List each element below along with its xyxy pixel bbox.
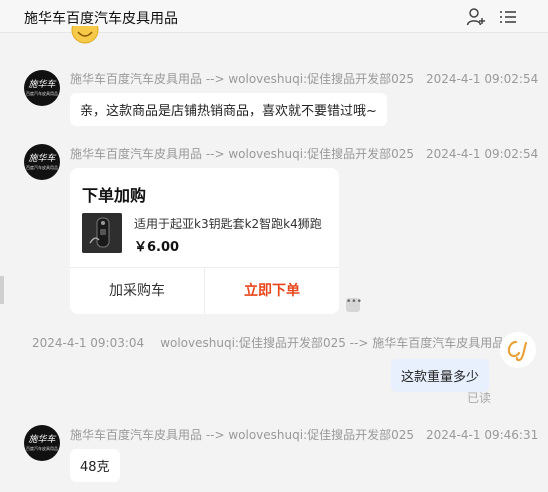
message-more-icon[interactable]: ••• [346, 298, 362, 312]
avatar-logo-text: 施华车 [28, 435, 56, 445]
message-bubble: 这款重量多少 [391, 359, 490, 392]
product-price: ￥6.00 [134, 240, 180, 255]
message-meta: 施华车百度汽车皮具用品 --> woloveshuqi:促佳搜品开发部025 20… [70, 426, 538, 443]
read-status: 已读 [467, 391, 492, 405]
message-sender: 施华车百度汽车皮具用品 --> woloveshuqi:促佳搜品开发部025 [70, 428, 415, 442]
buy-now-button[interactable]: 立即下单 [205, 268, 339, 314]
avatar-sub-text: 百度汽车皮具用品 [26, 446, 58, 451]
message-time: 2024-4-1 09:02:54 [426, 72, 539, 86]
product-card: 下单加购 适用于起亚k3钥匙套k2智跑k4狮跑 ￥6.00 加采购车 立即下单 [70, 168, 339, 314]
card-title: 下单加购 [82, 186, 147, 205]
message-meta: 施华车百度汽车皮具用品 --> woloveshuqi:促佳搜品开发部025 20… [70, 145, 538, 162]
message-sender: woloveshuqi:促佳搜品开发部025 --> 施华车百度汽车皮具用品 [160, 336, 505, 350]
avatar-sub-text: 百度汽车皮具用品 [26, 91, 58, 96]
message-sender: 施华车百度汽车皮具用品 --> woloveshuqi:促佳搜品开发部025 [70, 147, 415, 161]
add-to-cart-button[interactable]: 加采购车 [70, 268, 204, 314]
product-name[interactable]: 适用于起亚k3钥匙套k2智跑k4狮跑 [134, 215, 328, 232]
product-thumbnail[interactable] [82, 213, 122, 253]
message-time: 2024-4-1 09:46:31 [426, 428, 539, 442]
scrollbar-thumb[interactable] [0, 276, 4, 304]
avatar[interactable]: 施华车 百度汽车皮具用品 [24, 425, 60, 461]
avatar[interactable] [500, 332, 536, 368]
avatar[interactable]: 施华车 百度汽车皮具用品 [24, 70, 60, 106]
message-meta: 施华车百度汽车皮具用品 --> woloveshuqi:促佳搜品开发部025 20… [70, 70, 538, 87]
chat-title: 施华车百度汽车皮具用品 [24, 11, 178, 27]
more-icon[interactable] [498, 7, 518, 27]
avatar-logo-text: 施华车 [28, 80, 56, 90]
message-meta: 2024-4-1 09:03:04 woloveshuqi:促佳搜品开发部025 … [32, 334, 504, 351]
add-user-icon[interactable] [466, 7, 486, 27]
smile-emoji-icon [70, 26, 100, 46]
avatar[interactable]: 施华车 百度汽车皮具用品 [24, 144, 60, 180]
message-time: 2024-4-1 09:03:04 [32, 336, 145, 350]
message-bubble: 亲，这款商品是店铺热销商品，喜欢就不要错过哦~ [70, 93, 387, 126]
avatar-sub-text: 百度汽车皮具用品 [26, 165, 58, 170]
message-bubble: 48克 [70, 449, 120, 482]
avatar-logo-text: 施华车 [28, 154, 56, 164]
message-sender: 施华车百度汽车皮具用品 --> woloveshuqi:促佳搜品开发部025 [70, 72, 415, 86]
message-time: 2024-4-1 09:02:54 [426, 147, 539, 161]
